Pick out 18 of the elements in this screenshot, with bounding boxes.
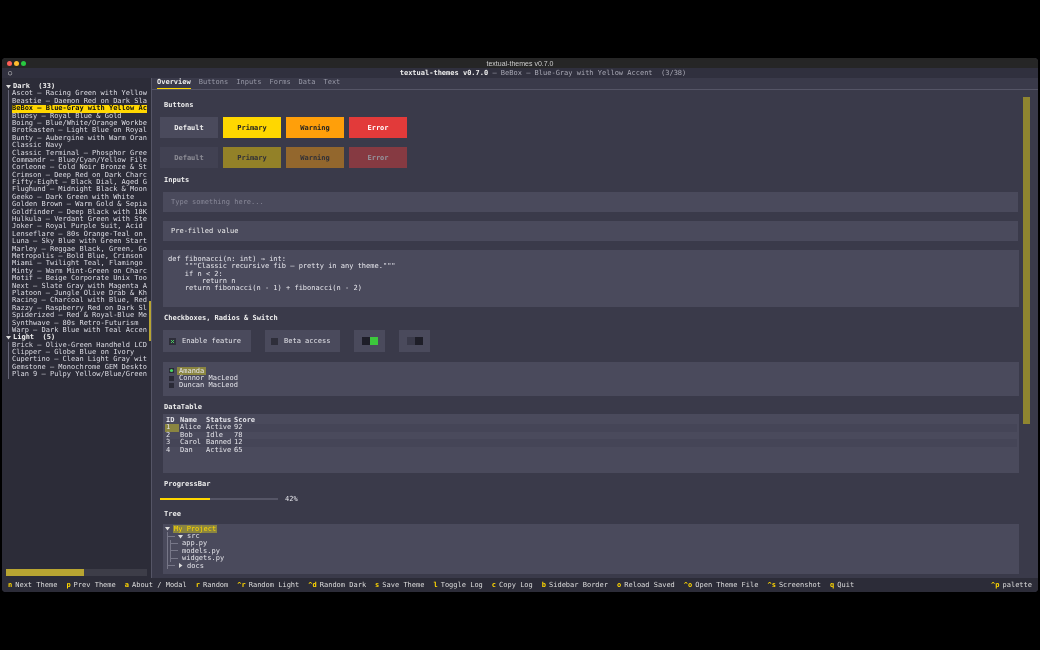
switch[interactable] xyxy=(406,337,423,345)
radio-button[interactable] xyxy=(169,382,174,388)
scrollbar-thumb[interactable] xyxy=(149,301,151,341)
radio-button[interactable] xyxy=(169,375,174,381)
scrollbar-thumb[interactable] xyxy=(1023,97,1030,424)
caret-icon[interactable] xyxy=(6,335,11,341)
radio-button[interactable] xyxy=(169,368,174,374)
minimize-button[interactable] xyxy=(14,60,19,66)
zoom-button[interactable] xyxy=(21,60,26,66)
horizontal-scrollbar[interactable] xyxy=(6,569,147,576)
caret-icon[interactable] xyxy=(178,563,183,569)
caret-icon[interactable] xyxy=(178,533,183,539)
check-x-icon xyxy=(169,337,176,345)
close-button[interactable] xyxy=(7,60,12,66)
empty-box-icon xyxy=(271,337,278,345)
caret-icon[interactable] xyxy=(165,526,170,532)
switch[interactable] xyxy=(361,337,378,345)
caret-icon[interactable] xyxy=(6,84,11,90)
